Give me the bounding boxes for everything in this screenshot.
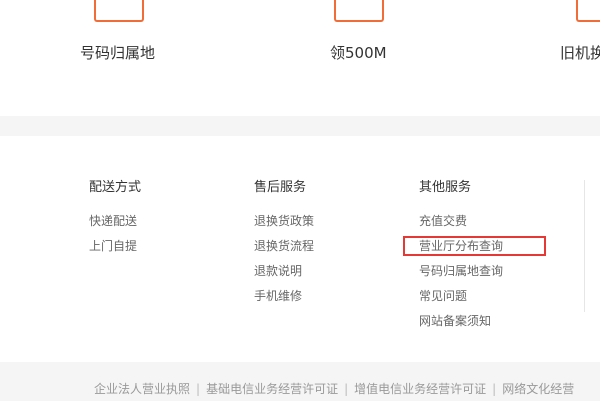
footer-link-number-lookup[interactable]: 号码归属地查询 [419, 264, 503, 289]
license-link-network-culture[interactable]: 网络文化经营 [502, 382, 574, 396]
license-links: 企业法人营业执照 | 基础电信业务经营许可证 | 增值电信业务经营许可证 | 网络文化经营 [94, 380, 574, 397]
license-link-basic-telecom[interactable]: 基础电信业务经营许可证 [206, 382, 338, 396]
license-link-value-added[interactable]: 增值电信业务经营许可证 [354, 382, 486, 396]
footer-column-title: 售后服务 [254, 180, 307, 195]
data-gift-icon [334, 0, 384, 22]
footer-column-delivery: 配送方式 快递配送 上门自提 [89, 180, 141, 264]
quick-links-bar: 号码归属地 领500M 旧机换 [0, 0, 600, 116]
quick-link-label: 领500M [330, 44, 387, 62]
footer-link-refund-info[interactable]: 退款说明 [254, 264, 314, 289]
separator: | [196, 382, 201, 396]
footer-link-express[interactable]: 快递配送 [89, 214, 141, 239]
location-icon [94, 0, 144, 22]
footer-link-faq[interactable]: 常见问题 [419, 289, 503, 314]
separator: | [492, 382, 497, 396]
footer-link-pickup[interactable]: 上门自提 [89, 239, 141, 264]
quick-link-label: 旧机换 [560, 44, 600, 62]
footer-link-phone-repair[interactable]: 手机维修 [254, 289, 314, 314]
highlight-box [403, 236, 546, 256]
footer-column-divider [584, 180, 585, 312]
footer-link-return-process[interactable]: 退换货流程 [254, 239, 314, 264]
footer-link-icp-notice[interactable]: 网站备案须知 [419, 314, 503, 339]
phone-trade-icon [576, 0, 600, 22]
footer-column-after-sales: 售后服务 退换货政策 退换货流程 退款说明 手机维修 [254, 180, 314, 314]
license-link-business[interactable]: 企业法人营业执照 [94, 382, 190, 396]
section-divider [0, 116, 600, 136]
quick-link-label: 号码归属地 [80, 44, 156, 62]
separator: | [344, 382, 349, 396]
license-bar: 企业法人营业执照 | 基础电信业务经营许可证 | 增值电信业务经营许可证 | 网络文化经营 [0, 362, 600, 401]
footer-column-other: 其他服务 充值交费 营业厅分布查询 号码归属地查询 常见问题 网站备案须知 [419, 180, 503, 339]
footer-column-title: 配送方式 [89, 180, 142, 195]
footer-link-return-policy[interactable]: 退换货政策 [254, 214, 314, 239]
footer-column-title: 其他服务 [419, 180, 472, 195]
